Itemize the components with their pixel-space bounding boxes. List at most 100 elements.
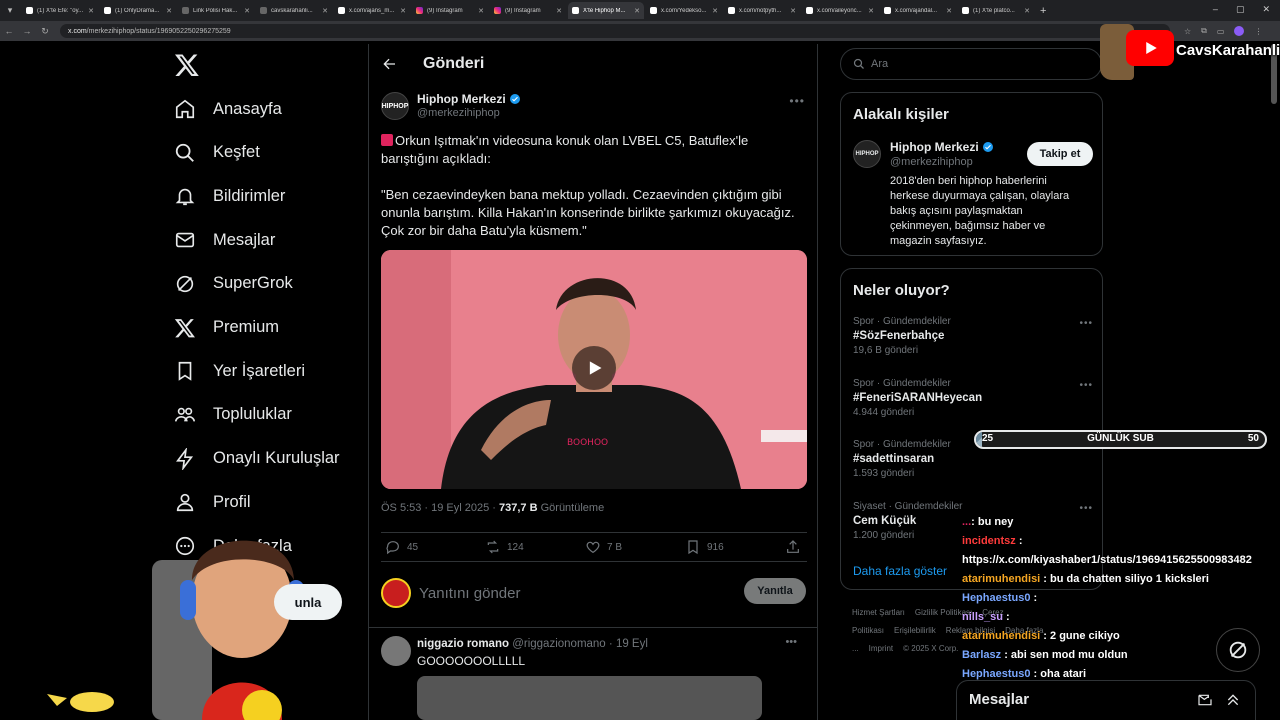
trend-more-icon[interactable]: •••: [1079, 318, 1093, 329]
browser-tab[interactable]: X'te Hiphop M... ✕: [568, 2, 644, 19]
new-tab-button[interactable]: +: [1040, 5, 1046, 17]
play-icon[interactable]: [572, 346, 616, 390]
tab-close-icon[interactable]: ✕: [712, 7, 718, 15]
person-avatar[interactable]: HIPHOP: [853, 140, 881, 168]
reply-input[interactable]: Yanıtını gönder: [419, 585, 520, 602]
more-options-icon[interactable]: •••: [789, 94, 805, 108]
author-avatar[interactable]: HIPHOP: [381, 92, 409, 120]
browser-tab[interactable]: Link Polisi Hak... ✕: [178, 2, 254, 19]
chat-username: nills_su: [962, 611, 1003, 623]
footer-link[interactable]: Erişilebilirlik: [894, 626, 936, 635]
browser-tab[interactable]: x.com/notpyth... ✕: [724, 2, 800, 19]
share-button[interactable]: [785, 539, 801, 555]
repost-button[interactable]: 124: [485, 539, 524, 555]
reply-handle[interactable]: @riggazionomano: [512, 638, 606, 650]
nav-item-anasayfa[interactable]: Anasayfa: [174, 94, 282, 124]
tab-close-icon[interactable]: ✕: [400, 7, 406, 15]
reply-media[interactable]: [417, 676, 762, 720]
nav-item-label: Yer İşaretleri: [213, 361, 306, 380]
tab-search-icon[interactable]: ▾: [0, 0, 20, 21]
tab-close-icon[interactable]: ✕: [1024, 7, 1030, 15]
nav-item-keşfet[interactable]: Keşfet: [174, 138, 260, 168]
trend-item[interactable]: Spor · Gündemdekiler #SözFenerbahçe 19,6 B…: [853, 316, 1093, 356]
browser-tab[interactable]: (1) X'te Efe: "oy... ✕: [22, 2, 98, 19]
expand-up-icon[interactable]: [1225, 692, 1241, 708]
chat-username: atarimuhendisi: [962, 573, 1041, 585]
nav-item-topluluklar[interactable]: Topluluklar: [174, 400, 292, 430]
user-avatar[interactable]: [381, 578, 411, 608]
post-video[interactable]: BOOHOO: [381, 250, 807, 489]
browser-tab[interactable]: (9) Instagram ✕: [490, 2, 566, 19]
author-name[interactable]: Hiphop Merkezi: [417, 92, 506, 106]
browser-tab[interactable]: (1) X'te platco... ✕: [958, 2, 1034, 19]
footer-link[interactable]: © 2025 X Corp.: [903, 644, 958, 653]
browser-tab[interactable]: cavskarahanli... ✕: [256, 2, 332, 19]
tab-favicon-icon: [26, 7, 33, 14]
tab-close-icon[interactable]: ✕: [88, 7, 94, 15]
like-button[interactable]: 7 B: [585, 539, 622, 555]
browser-tab[interactable]: x.com/ajandal... ✕: [880, 2, 956, 19]
tab-favicon-icon: [416, 7, 423, 14]
tab-close-icon[interactable]: ✕: [946, 7, 952, 15]
follow-button[interactable]: Takip et: [1027, 142, 1093, 166]
browser-tab[interactable]: x.com/Yedekso... ✕: [646, 2, 722, 19]
reply-avatar[interactable]: [381, 636, 411, 666]
tab-close-icon[interactable]: ✕: [478, 7, 484, 15]
chat-username: Hephaestus0: [962, 592, 1031, 604]
nav-item-yer-i-şaretleri[interactable]: Yer İşaretleri: [174, 356, 305, 386]
person-name[interactable]: Hiphop Merkezi: [890, 140, 979, 154]
tab-close-icon[interactable]: ✕: [790, 7, 796, 15]
trend-name: #SözFenerbahçe: [853, 330, 945, 342]
join-button[interactable]: unla: [274, 584, 342, 620]
footer-link[interactable]: Imprint: [869, 644, 893, 653]
reload-icon[interactable]: ↻: [36, 26, 54, 37]
new-message-icon[interactable]: [1197, 692, 1213, 708]
search-input[interactable]: Ara: [840, 48, 1102, 80]
reply-button[interactable]: 45: [385, 539, 418, 555]
back-icon[interactable]: ←: [0, 26, 18, 36]
post-timestamp[interactable]: ÖS 5:53 · 19 Eyl 2025 ·: [381, 502, 499, 514]
minimize-icon[interactable]: –: [1213, 4, 1218, 15]
tab-close-icon[interactable]: ✕: [166, 7, 172, 15]
reply-author-name[interactable]: niggazio romano: [417, 638, 509, 650]
browser-tab[interactable]: (9) Instagram ✕: [412, 2, 488, 19]
trend-item[interactable]: Spor · Gündemdekiler #FeneriSARANHeyecan 4…: [853, 378, 1093, 418]
nav-item-premium[interactable]: Premium: [174, 313, 279, 343]
nav-item-onaylı-kuruluşlar[interactable]: Onaylı Kuruluşlar: [174, 444, 340, 474]
show-more-link[interactable]: Daha fazla göster: [853, 564, 947, 578]
forward-icon[interactable]: →: [18, 26, 36, 36]
footer-link[interactable]: Hizmet Şartları: [852, 608, 905, 617]
nav-item-bildirimler[interactable]: Bildirimler: [174, 181, 285, 211]
close-window-icon[interactable]: ✕: [1262, 4, 1270, 15]
bookmark-icon: [178, 362, 192, 381]
nav-item-supergrok[interactable]: SuperGrok: [174, 269, 293, 299]
chat-message: https://x.com/kiyashaber1/status/1969415…: [962, 554, 1280, 573]
browser-tab[interactable]: x.com/ajans_m... ✕: [334, 2, 410, 19]
mail-icon: [175, 232, 195, 248]
tab-close-icon[interactable]: ✕: [868, 7, 874, 15]
messages-dock[interactable]: Mesajlar: [956, 680, 1256, 720]
tab-close-icon[interactable]: ✕: [322, 7, 328, 15]
browser-tab[interactable]: (1) OnlyDrama... ✕: [100, 2, 176, 19]
trend-more-icon[interactable]: •••: [1079, 503, 1093, 514]
tab-close-icon[interactable]: ✕: [634, 7, 640, 15]
grok-fab[interactable]: [1216, 628, 1260, 672]
nav-item-mesajlar[interactable]: Mesajlar: [174, 225, 275, 255]
bookmark-button[interactable]: 916: [685, 539, 724, 555]
siren-emoji-icon: [381, 134, 393, 146]
person-handle[interactable]: @merkezihiphop: [890, 156, 973, 168]
maximize-icon[interactable]: ▢: [1236, 4, 1245, 15]
tab-close-icon[interactable]: ✕: [244, 7, 250, 15]
trend-more-icon[interactable]: •••: [1079, 380, 1093, 391]
browser-tab[interactable]: x.com/aileyonc... ✕: [802, 2, 878, 19]
reply-submit-button[interactable]: Yanıtla: [744, 578, 806, 604]
view-count-label: Görüntüleme: [537, 502, 605, 514]
x-logo-icon[interactable]: [174, 52, 200, 78]
reply-more-icon[interactable]: •••: [785, 636, 797, 648]
url-input[interactable]: x.com/merkezihiphop/status/1969052250296…: [60, 24, 1170, 38]
back-arrow-icon[interactable]: [381, 56, 397, 72]
author-handle[interactable]: @merkezihiphop: [417, 107, 521, 119]
chat-username: ...: [962, 516, 972, 528]
nav-item-profil[interactable]: Profil: [174, 487, 251, 517]
tab-close-icon[interactable]: ✕: [556, 7, 562, 15]
